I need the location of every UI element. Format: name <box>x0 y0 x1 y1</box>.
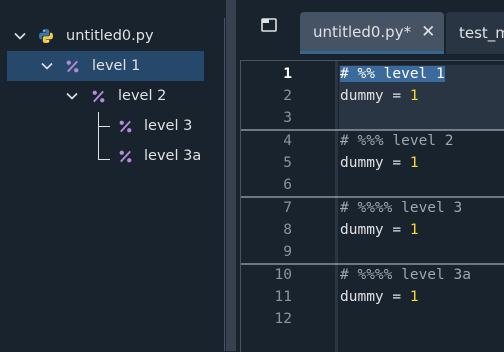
comment-text: # %%%% level 3a <box>340 267 471 283</box>
line-number: 2 <box>283 88 292 104</box>
outline-item-level-2[interactable]: level 2 <box>0 81 224 111</box>
pane-splitter[interactable] <box>226 0 236 351</box>
comment-text: # %% <box>340 66 384 82</box>
outline-item-level-3a[interactable]: level 3a <box>0 141 224 171</box>
line-number: 11 <box>274 289 292 305</box>
outline-file-row[interactable]: untitled0.py <box>0 21 224 51</box>
tab-untitled0[interactable]: untitled0.py* ✕ <box>300 12 444 54</box>
outline-file-label: untitled0.py <box>66 28 154 44</box>
comment-text: # %%% level 2 <box>340 133 454 149</box>
variable-text: dummy <box>340 88 384 104</box>
cell-separator <box>241 263 504 265</box>
outline-item-label: level 3a <box>144 148 202 164</box>
operator-text: = <box>383 289 410 305</box>
cell-percent-icon <box>90 88 106 104</box>
line-number: 5 <box>283 155 292 171</box>
code-line: 8 dummy = 1 <box>241 221 504 243</box>
variable-text: dummy <box>340 222 384 238</box>
code-line: 6 <box>241 176 504 198</box>
code-line: 1 # %% level 1 <box>241 65 504 87</box>
code-line: 12 <box>241 310 504 332</box>
chevron-down-icon[interactable] <box>64 88 80 104</box>
line-number: 9 <box>283 244 292 260</box>
python-file-icon <box>38 28 54 44</box>
code-line: 10 # %%%% level 3a <box>241 266 504 288</box>
code-line: 9 <box>241 243 504 265</box>
chevron-down-icon[interactable] <box>39 58 55 74</box>
operator-text: = <box>383 88 410 104</box>
code-line: 2 dummy = 1 <box>241 87 504 109</box>
cell-percent-icon <box>64 58 80 74</box>
code-line: 7 # %%%% level 3 <box>241 199 504 221</box>
comment-text: # %%%% level 3 <box>340 200 463 216</box>
cell-separator <box>241 196 504 198</box>
close-icon[interactable]: ✕ <box>421 22 435 42</box>
line-number: 1 <box>283 66 292 82</box>
outline-item-level-3[interactable]: level 3 <box>0 111 224 141</box>
number-text: 1 <box>409 155 419 171</box>
outline-explorer: untitled0.py level 1 level 2 level 3 lev… <box>0 18 225 351</box>
browse-tabs-icon[interactable] <box>260 16 278 34</box>
selected-text: level 1 <box>383 66 445 82</box>
line-number: 7 <box>283 200 292 216</box>
variable-text: dummy <box>340 155 384 171</box>
line-number: 4 <box>283 133 292 149</box>
line-number: 12 <box>274 311 292 327</box>
line-number: 3 <box>283 110 292 126</box>
number-text: 1 <box>409 289 419 305</box>
outline-item-label: level 2 <box>118 88 167 104</box>
code-line: 3 <box>241 109 504 131</box>
variable-text: dummy <box>340 289 384 305</box>
outline-item-label: level 3 <box>144 118 193 134</box>
tab-label: untitled0.py* <box>313 22 412 41</box>
code-line: 11 dummy = 1 <box>241 288 504 310</box>
operator-text: = <box>383 155 410 171</box>
line-number: 10 <box>274 267 292 283</box>
cell-percent-icon <box>117 118 133 134</box>
cell-separator <box>241 129 504 131</box>
outline-item-label: level 1 <box>92 58 141 74</box>
code-editor[interactable]: 1 # %% level 1 2 dummy = 1 3 4 # %%% lev… <box>240 60 504 352</box>
outline-item-level-1[interactable]: level 1 <box>7 51 204 81</box>
number-text: 1 <box>409 222 419 238</box>
tab-label: test_m <box>459 24 504 42</box>
line-number: 8 <box>283 222 292 238</box>
number-text: 1 <box>409 88 419 104</box>
tab-test-m[interactable]: test_m <box>446 12 504 54</box>
operator-text: = <box>383 222 410 238</box>
cell-percent-icon <box>117 148 133 164</box>
code-line: 4 # %%% level 2 <box>241 132 504 154</box>
chevron-down-icon[interactable] <box>12 28 28 44</box>
line-number: 6 <box>283 177 292 193</box>
code-line: 5 dummy = 1 <box>241 154 504 176</box>
